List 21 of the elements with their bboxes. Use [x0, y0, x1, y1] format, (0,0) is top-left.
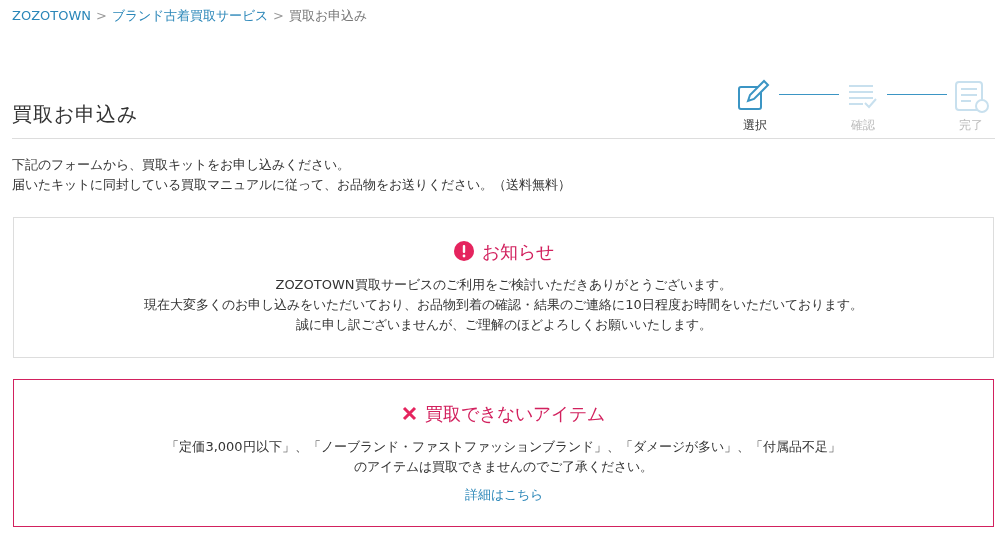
restriction-text: 「定価3,000円以下」、「ノーブランド・ファストファッションブランド」、「ダメージが多い」、「付属品不足」 [165, 437, 842, 456]
intro-text: 下記のフォームから、買取キットをお申し込みください。 [12, 155, 351, 174]
details-link[interactable]: 詳細はこちら [464, 486, 543, 502]
step-label: 完了 [958, 116, 984, 134]
intro-text: 届いたキットに同封している買取マニュアルに従って、お品物をお送りください。（送料無料） [12, 175, 572, 194]
breadcrumb-separator: > [272, 7, 284, 25]
notice-title: お知らせ [481, 239, 554, 264]
notice-text: 誠に申し訳ございませんが、ご理解のほどよろしくお願いいたします。 [294, 315, 713, 334]
cross-icon [402, 405, 417, 421]
breadcrumb-current: 買取お申込み [288, 7, 367, 25]
notice-text: ZOZOTOWN買取サービスのご利用をご検討いただきありがとうございます。 [274, 275, 733, 294]
step-label: 確認 [850, 116, 876, 134]
restriction-text: のアイテムは買取できませんのでご了承ください。 [353, 457, 654, 476]
breadcrumb-link[interactable]: ブランド古着買取サービス [111, 6, 268, 26]
restriction-title: 買取できないアイテム [425, 401, 605, 426]
page-title: 買取お申込み [12, 101, 138, 126]
notice-text: 現在大変多くのお申し込みをいただいており、お品物到着の確認・結果のご連絡に10日程度お時間をいただいております。 [143, 295, 864, 314]
alert-icon [453, 241, 474, 261]
breadcrumb-link[interactable]: ZOZOTOWN [12, 6, 92, 26]
step-label: 選択 [742, 116, 768, 134]
breadcrumb-separator: > [96, 7, 107, 25]
